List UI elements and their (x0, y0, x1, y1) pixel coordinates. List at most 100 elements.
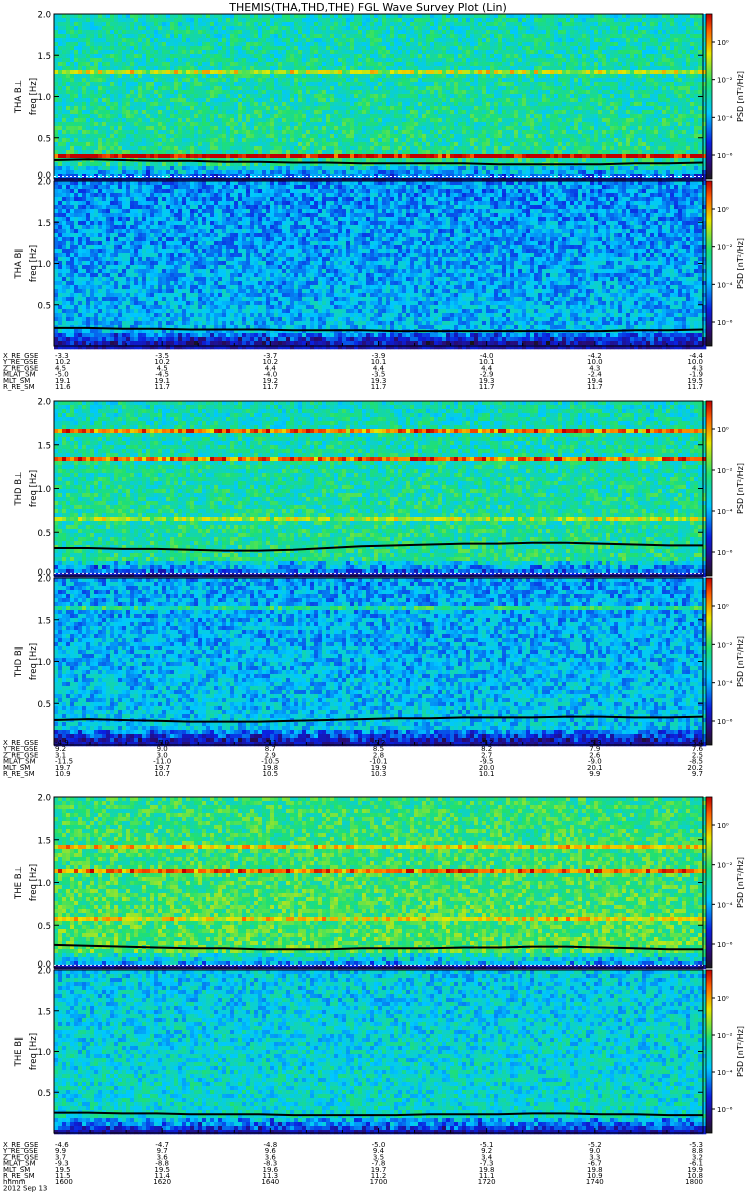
spectrogram-cell (66, 118, 70, 122)
spectrogram-cell (150, 154, 154, 158)
spectrogram-cell (138, 34, 142, 38)
spectrogram-cell (82, 54, 86, 58)
spectrogram-cell (102, 150, 106, 154)
spectrogram-cell (82, 70, 86, 74)
spectrogram-cell (110, 86, 114, 90)
spectrogram-cell (134, 86, 138, 90)
spectrogram-cell (86, 74, 90, 78)
spectrogram-cell (110, 38, 114, 42)
spectrogram-cell (138, 170, 142, 174)
spectrogram-cell (114, 126, 118, 130)
spectrogram-cell (98, 138, 102, 142)
spectrogram-cell (142, 106, 146, 110)
spectrogram-cell (138, 46, 142, 50)
spectrogram-cell (82, 26, 86, 30)
spectrogram-cell (58, 54, 62, 58)
spectrogram-cell (78, 118, 82, 122)
spectrogram-cell (146, 122, 150, 126)
spectrogram-cell (90, 130, 94, 134)
spectrogram-cell (130, 162, 134, 166)
spectrogram-cell (90, 150, 94, 154)
spectrogram-cell (82, 86, 86, 90)
spectrogram-cell (138, 162, 142, 166)
spectrogram-cell (62, 54, 66, 58)
spectrogram-cell (134, 122, 138, 126)
spectrogram-cell (70, 166, 74, 170)
spectrogram-cell (134, 126, 138, 130)
spectrogram-cell (150, 126, 154, 130)
spectrogram-cell (62, 86, 66, 90)
spectrogram-cell (134, 50, 138, 54)
spectrogram-cell (70, 110, 74, 114)
spectrogram-cell (122, 142, 126, 146)
spectrogram-cell (86, 78, 90, 82)
spectrogram-cell (126, 142, 130, 146)
spectrogram-cell (94, 42, 98, 46)
spectrogram-cell (74, 122, 78, 126)
spectrogram-cell (78, 70, 82, 74)
spectrogram-cell (130, 14, 134, 18)
spectrogram-cell (122, 58, 126, 62)
spectrogram-cell (106, 42, 110, 46)
spectrogram-cell (114, 102, 118, 106)
spectrogram-cell (54, 14, 58, 18)
spectrogram-cell (94, 130, 98, 134)
spectrogram-cell (94, 142, 98, 146)
spectrogram-cell (78, 38, 82, 42)
spectrogram-cell (62, 74, 66, 78)
spectrogram-cell (54, 142, 58, 146)
spectrogram-cell (122, 34, 126, 38)
spectrogram-cell (150, 62, 154, 66)
spectrogram-cell (94, 22, 98, 26)
spectrogram-cell (134, 130, 138, 134)
spectrogram-cell (126, 154, 130, 158)
spectrogram-cell (90, 42, 94, 46)
spectrogram-cell (82, 102, 86, 106)
spectrogram-cell (114, 162, 118, 166)
spectrogram-cell (154, 26, 158, 30)
spectrogram-cell (118, 86, 122, 90)
spectrogram-cell (134, 138, 138, 142)
spectrogram-cell (94, 150, 98, 154)
spectrogram-cell (146, 46, 150, 50)
spectrogram-cell (94, 18, 98, 22)
spectrogram-cell (114, 30, 118, 34)
spectrogram-cell (102, 78, 106, 82)
spectrogram-cell (98, 74, 102, 78)
spectrogram-cell (58, 118, 62, 122)
spectrogram-cell (114, 110, 118, 114)
spectrogram-cell (58, 170, 62, 174)
spectrogram-cell (102, 126, 106, 130)
spectrogram-cell (90, 102, 94, 106)
spectrogram-cell (130, 98, 134, 102)
spectrogram-cell (158, 142, 162, 146)
spectrogram-cell (106, 22, 110, 26)
spectrogram-cell (74, 34, 78, 38)
spectrogram-cell (126, 130, 130, 134)
spectrogram-cell (154, 146, 158, 150)
spectrogram-cell (54, 66, 58, 70)
spectrogram-cell (74, 74, 78, 78)
spectrogram-cell (86, 62, 90, 66)
spectrogram-cell (138, 14, 142, 18)
spectrogram-cell (74, 106, 78, 110)
spectrogram-cell (122, 26, 126, 30)
spectrogram-cell (142, 102, 146, 106)
spectrogram-cell (86, 86, 90, 90)
spectrogram-cell (90, 30, 94, 34)
spectrogram-cell (98, 146, 102, 150)
spectrogram-cell (142, 38, 146, 42)
spectrogram-cell (110, 162, 114, 166)
spectrogram-cell (110, 82, 114, 86)
spectrogram-cell (58, 26, 62, 30)
spectrogram-cell (62, 78, 66, 82)
spectrogram-cell (110, 78, 114, 82)
spectrogram-cell (74, 98, 78, 102)
spectrogram-cell (94, 58, 98, 62)
spectrogram-cell (106, 146, 110, 150)
spectrogram-cell (58, 106, 62, 110)
spectrogram-cell (134, 74, 138, 78)
spectrogram-cell (154, 110, 158, 114)
spectrogram-cell (154, 70, 158, 74)
spectrogram-cell (142, 46, 146, 50)
